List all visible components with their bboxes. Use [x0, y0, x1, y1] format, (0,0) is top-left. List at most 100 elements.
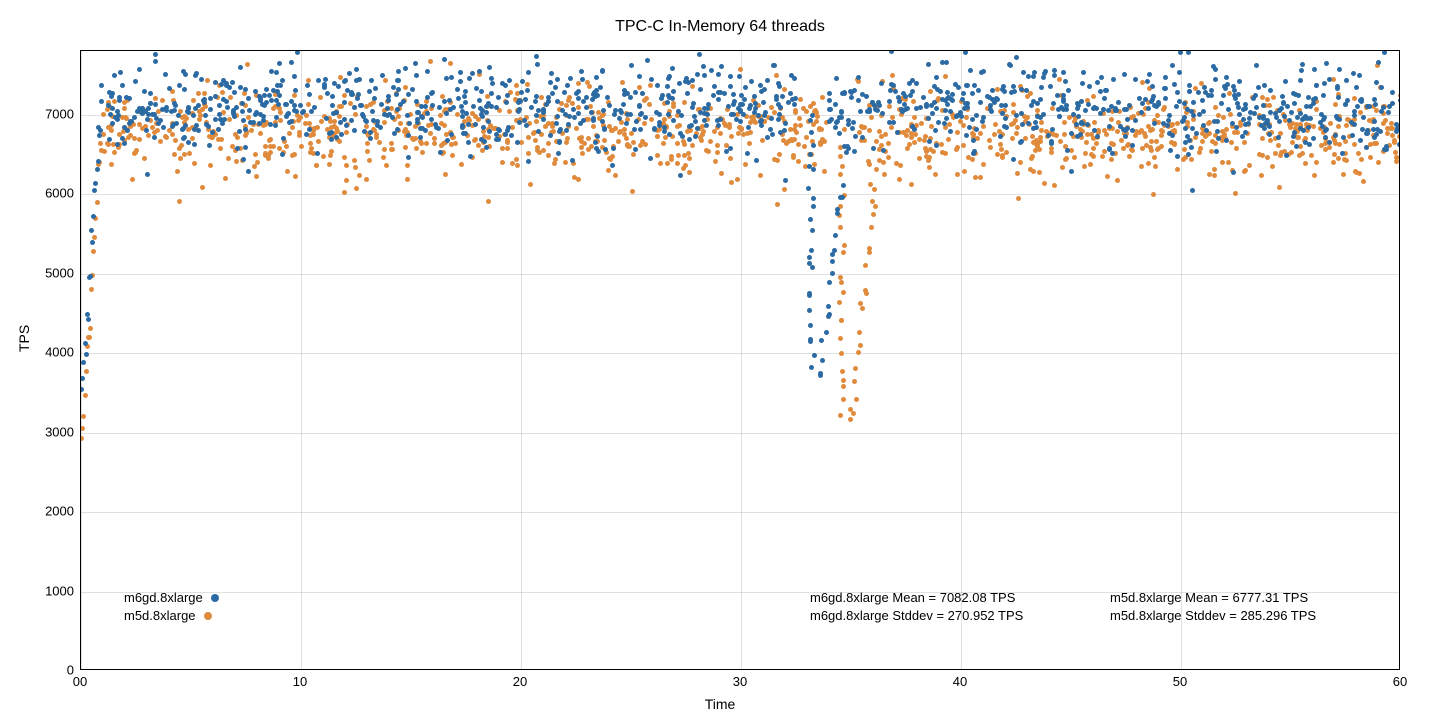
data-point — [1178, 50, 1183, 55]
data-point — [1312, 173, 1317, 178]
data-point — [1170, 63, 1175, 68]
data-point — [715, 143, 720, 148]
data-point — [110, 121, 115, 126]
data-point — [706, 149, 711, 154]
data-point — [579, 69, 584, 74]
data-point — [278, 118, 283, 123]
data-point — [802, 144, 807, 149]
data-point — [164, 105, 169, 110]
data-point — [232, 114, 237, 119]
data-point — [1211, 64, 1216, 69]
data-point — [738, 67, 743, 72]
data-point — [964, 133, 969, 138]
data-point — [712, 129, 717, 134]
data-point — [807, 308, 812, 313]
data-point — [868, 182, 873, 187]
data-point — [468, 154, 473, 159]
data-point — [1356, 151, 1361, 156]
data-point — [858, 109, 863, 114]
data-point — [670, 96, 675, 101]
data-point — [1314, 107, 1319, 112]
data-point — [516, 109, 521, 114]
data-point — [738, 109, 743, 114]
data-point — [349, 118, 354, 123]
data-point — [316, 139, 321, 144]
data-point — [678, 173, 683, 178]
data-point — [594, 75, 599, 80]
data-point — [458, 79, 463, 84]
data-point — [1262, 83, 1267, 88]
data-point — [1337, 67, 1342, 72]
data-point — [1069, 148, 1074, 153]
data-point — [756, 113, 761, 118]
data-point — [880, 111, 885, 116]
data-point — [926, 62, 931, 67]
data-point — [93, 181, 98, 186]
data-point — [562, 90, 567, 95]
data-point — [494, 105, 499, 110]
data-point — [473, 122, 478, 127]
data-point — [620, 80, 625, 85]
data-point — [602, 138, 607, 143]
y-tick-label: 2000 — [14, 504, 74, 519]
data-point — [955, 172, 960, 177]
data-point — [1327, 145, 1332, 150]
data-point — [971, 151, 976, 156]
data-point — [1314, 160, 1319, 165]
data-point — [731, 92, 736, 97]
data-point — [204, 122, 209, 127]
data-point — [1291, 134, 1296, 139]
data-point — [881, 148, 886, 153]
data-point — [705, 112, 710, 117]
data-point — [505, 146, 510, 151]
data-point — [1081, 70, 1086, 75]
data-point — [777, 152, 782, 157]
data-point — [1133, 133, 1138, 138]
data-point — [350, 92, 355, 97]
data-point — [1319, 112, 1324, 117]
data-point — [765, 78, 770, 83]
data-point — [306, 102, 311, 107]
data-point — [874, 167, 879, 172]
data-point — [405, 163, 410, 168]
data-point — [122, 141, 127, 146]
data-point — [1259, 173, 1264, 178]
data-point — [1187, 89, 1192, 94]
x-tick-label: 60 — [1393, 674, 1407, 689]
data-point — [631, 140, 636, 145]
data-point — [137, 137, 142, 142]
data-point — [1034, 125, 1039, 130]
data-point — [638, 143, 643, 148]
data-point — [889, 50, 894, 54]
data-point — [1057, 77, 1062, 82]
data-point — [193, 73, 198, 78]
data-point — [809, 248, 814, 253]
data-point — [332, 119, 337, 124]
data-point — [553, 85, 558, 90]
data-point — [633, 147, 638, 152]
data-point — [655, 134, 660, 139]
data-point — [809, 130, 814, 135]
data-point — [783, 178, 788, 183]
stats-label: m6gd.8xlarge Stddev = 270.952 TPS — [810, 608, 1023, 623]
data-point — [1041, 112, 1046, 117]
data-point — [731, 112, 736, 117]
data-point — [125, 128, 130, 133]
data-point — [824, 330, 829, 335]
data-point — [584, 95, 589, 100]
data-point — [246, 96, 251, 101]
legend-item: m5d.8xlarge — [124, 608, 212, 623]
data-point — [815, 114, 820, 119]
data-point — [796, 142, 801, 147]
data-point — [743, 162, 748, 167]
data-point — [298, 115, 303, 120]
data-point — [874, 139, 879, 144]
data-point — [155, 128, 160, 133]
data-point — [1383, 118, 1388, 123]
data-point — [122, 106, 127, 111]
data-point — [1328, 121, 1333, 126]
data-point — [98, 141, 103, 146]
data-point — [1170, 133, 1175, 138]
data-point — [1083, 108, 1088, 113]
data-point — [541, 148, 546, 153]
